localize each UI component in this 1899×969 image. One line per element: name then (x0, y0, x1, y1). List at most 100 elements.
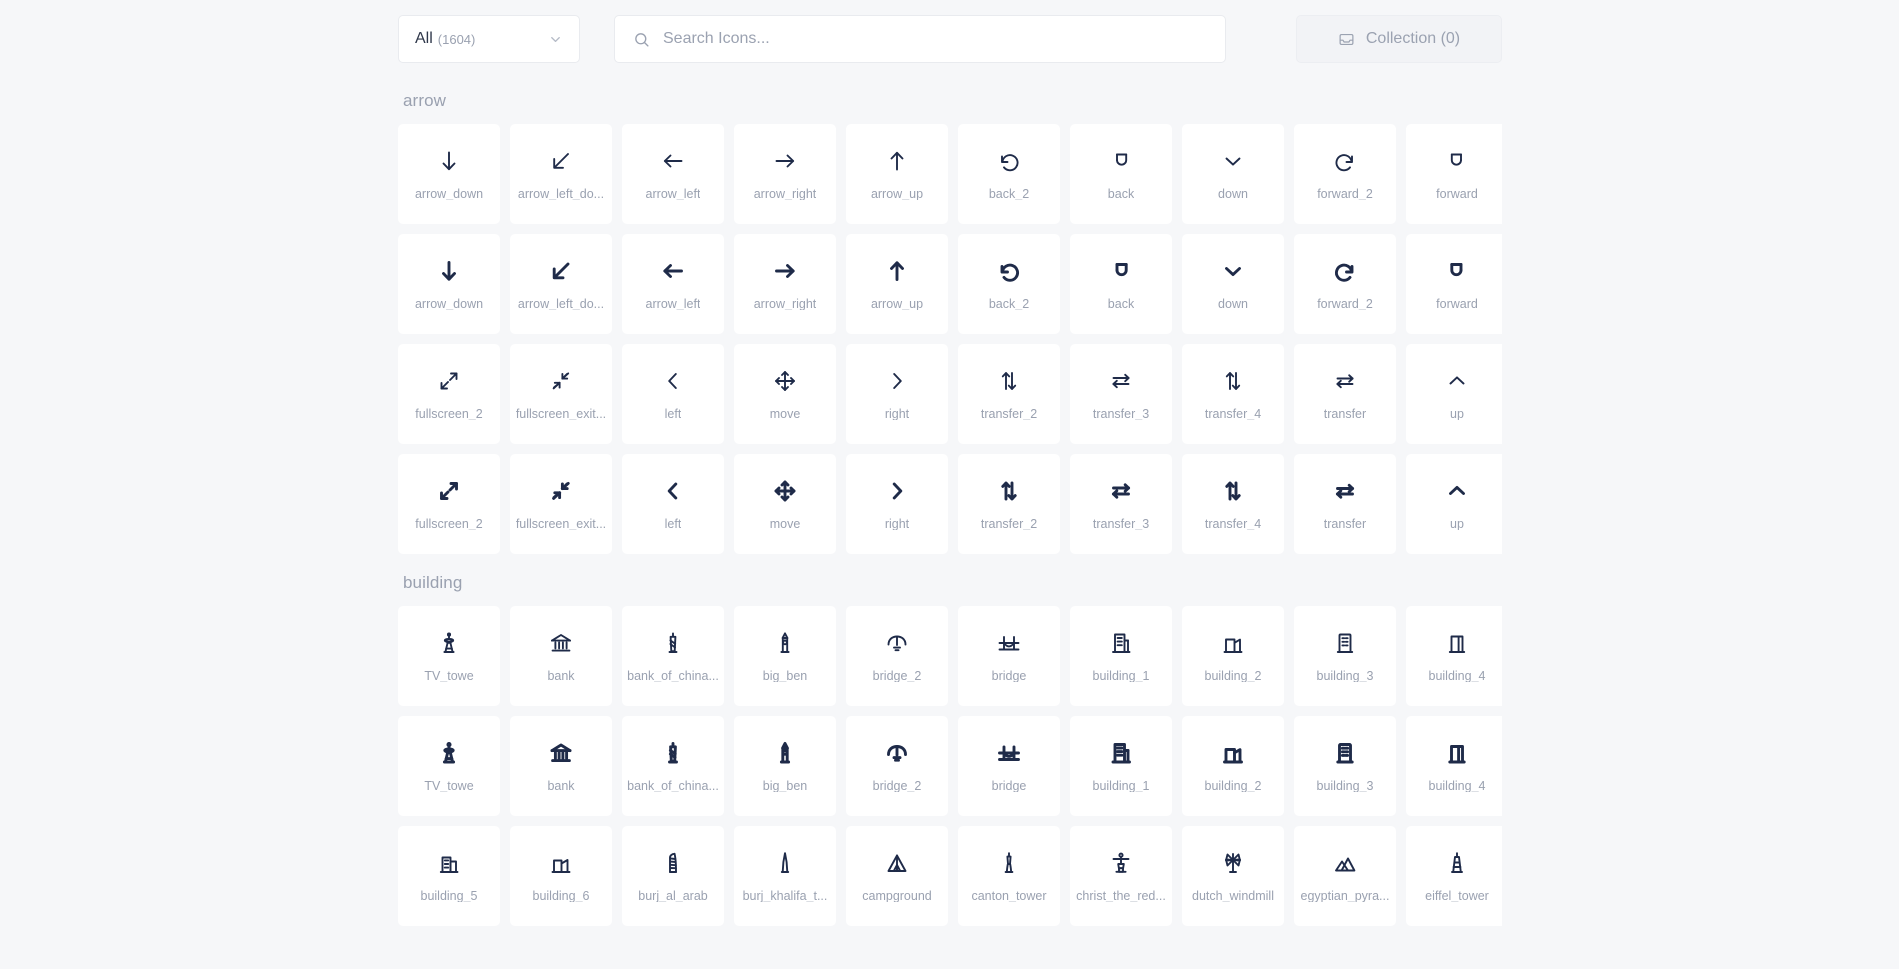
icon-card-big_ben[interactable]: big_ben (734, 716, 836, 816)
icon-label: back (1107, 297, 1135, 311)
icon-card-TV_towe[interactable]: TV_towe (398, 606, 500, 706)
icon-card-left[interactable]: left (622, 454, 724, 554)
icon-card-campground[interactable]: campground (846, 826, 948, 926)
icon-card-dutch_windmill[interactable]: dutch_windmill (1182, 826, 1284, 926)
icon-card-building_1[interactable]: building_1 (1070, 716, 1172, 816)
icon-label: transfer (1323, 407, 1367, 421)
icon-card-back_2[interactable]: back_2 (958, 124, 1060, 224)
icon-card-bank[interactable]: bank (510, 716, 612, 816)
icon-card-transfer[interactable]: transfer (1294, 344, 1396, 444)
icon-card-arrow_up[interactable]: arrow_up (846, 234, 948, 334)
icon-card-bank_of_china[interactable]: bank_of_china... (622, 716, 724, 816)
icon-card-building_2[interactable]: building_2 (1182, 606, 1284, 706)
icon-card-fullscreen_exit[interactable]: fullscreen_exit... (510, 344, 612, 444)
icon-card-bridge[interactable]: bridge (958, 606, 1060, 706)
icon-card-transfer_3[interactable]: transfer_3 (1070, 454, 1172, 554)
icon-label: dutch_windmill (1192, 889, 1274, 903)
arrow-up-icon (884, 148, 910, 174)
search-field-wrapper[interactable] (614, 15, 1226, 63)
icon-card-left[interactable]: left (622, 344, 724, 444)
arrow-down-icon (436, 258, 462, 284)
icon-card-transfer_2[interactable]: transfer_2 (958, 344, 1060, 444)
icon-card-transfer_3[interactable]: transfer_3 (1070, 344, 1172, 444)
icon-card-transfer_4[interactable]: transfer_4 (1182, 344, 1284, 444)
icon-card-bank_of_china[interactable]: bank_of_china... (622, 606, 724, 706)
icon-card-building_4[interactable]: building_4 (1406, 606, 1502, 706)
campground-icon (884, 850, 910, 876)
icon-label: bank (547, 669, 575, 683)
icon-card-forward[interactable]: forward (1406, 124, 1502, 224)
icon-card-eiffel_tower[interactable]: eiffel_tower (1406, 826, 1502, 926)
building-6-icon (548, 850, 574, 876)
icon-card-burj_al_arab[interactable]: burj_al_arab (622, 826, 724, 926)
icon-label: arrow_down (414, 187, 484, 201)
icon-card-burj_khalifa_t[interactable]: burj_khalifa_t... (734, 826, 836, 926)
icon-card-TV_towe[interactable]: TV_towe (398, 716, 500, 816)
icon-card-back_2[interactable]: back_2 (958, 234, 1060, 334)
icon-label: building_2 (1204, 779, 1262, 793)
icon-card-fullscreen_2[interactable]: fullscreen_2 (398, 344, 500, 444)
icon-label: down (1218, 187, 1248, 201)
icon-card-transfer[interactable]: transfer (1294, 454, 1396, 554)
icon-card-arrow_left_do[interactable]: arrow_left_do... (510, 234, 612, 334)
icon-card-arrow_down[interactable]: arrow_down (398, 234, 500, 334)
bridge-icon (996, 740, 1022, 766)
icon-card-bridge_2[interactable]: bridge_2 (846, 606, 948, 706)
chevron-left-icon (660, 478, 686, 504)
icon-card-transfer_2[interactable]: transfer_2 (958, 454, 1060, 554)
big-ben-icon (772, 740, 798, 766)
icon-card-forward_2[interactable]: forward_2 (1294, 124, 1396, 224)
icon-card-down[interactable]: down (1182, 234, 1284, 334)
icon-card-arrow_left[interactable]: arrow_left (622, 234, 724, 334)
section-title: arrow (403, 91, 447, 110)
icon-card-move[interactable]: move (734, 454, 836, 554)
icon-card-bank[interactable]: bank (510, 606, 612, 706)
icon-label: bridge_2 (872, 779, 922, 793)
icon-card-arrow_right[interactable]: arrow_right (734, 234, 836, 334)
building-2-icon (1220, 630, 1246, 656)
icon-card-building_1[interactable]: building_1 (1070, 606, 1172, 706)
icon-label: campground (862, 889, 932, 903)
icon-label: bridge (991, 669, 1027, 683)
transfer-3-icon (1108, 368, 1134, 394)
icon-label: arrow_left_do... (517, 187, 605, 201)
collection-button[interactable]: Collection (0) (1296, 15, 1502, 63)
icon-card-building_2[interactable]: building_2 (1182, 716, 1284, 816)
icon-card-arrow_right[interactable]: arrow_right (734, 124, 836, 224)
big-ben-icon (772, 630, 798, 656)
icon-card-arrow_up[interactable]: arrow_up (846, 124, 948, 224)
chevron-up-icon (1444, 368, 1470, 394)
icon-card-christ_the_red[interactable]: christ_the_red... (1070, 826, 1172, 926)
icon-card-right[interactable]: right (846, 344, 948, 444)
category-filter-select[interactable]: All (1604) (398, 15, 580, 63)
icon-card-bridge[interactable]: bridge (958, 716, 1060, 816)
icon-card-back[interactable]: back (1070, 124, 1172, 224)
icon-card-arrow_left_do[interactable]: arrow_left_do... (510, 124, 612, 224)
icon-card-move[interactable]: move (734, 344, 836, 444)
icon-label: fullscreen_exit... (515, 407, 607, 421)
icon-card-right[interactable]: right (846, 454, 948, 554)
icon-card-arrow_down[interactable]: arrow_down (398, 124, 500, 224)
icon-card-fullscreen_2[interactable]: fullscreen_2 (398, 454, 500, 554)
icon-label: transfer_3 (1092, 407, 1150, 421)
icon-card-canton_tower[interactable]: canton_tower (958, 826, 1060, 926)
icon-card-forward[interactable]: forward (1406, 234, 1502, 334)
icon-card-fullscreen_exit[interactable]: fullscreen_exit... (510, 454, 612, 554)
icon-card-building_6[interactable]: building_6 (510, 826, 612, 926)
icon-card-egyptian_pyra[interactable]: egyptian_pyra... (1294, 826, 1396, 926)
icon-label: big_ben (762, 779, 808, 793)
icon-card-building_3[interactable]: building_3 (1294, 716, 1396, 816)
icon-card-forward_2[interactable]: forward_2 (1294, 234, 1396, 334)
icon-card-building_3[interactable]: building_3 (1294, 606, 1396, 706)
icon-card-building_5[interactable]: building_5 (398, 826, 500, 926)
icon-card-bridge_2[interactable]: bridge_2 (846, 716, 948, 816)
icon-card-transfer_4[interactable]: transfer_4 (1182, 454, 1284, 554)
icon-card-down[interactable]: down (1182, 124, 1284, 224)
icon-card-building_4[interactable]: building_4 (1406, 716, 1502, 816)
search-input[interactable] (663, 16, 1207, 62)
icon-card-big_ben[interactable]: big_ben (734, 606, 836, 706)
icon-card-arrow_left[interactable]: arrow_left (622, 124, 724, 224)
icon-card-back[interactable]: back (1070, 234, 1172, 334)
icon-card-up[interactable]: up (1406, 454, 1502, 554)
icon-card-up[interactable]: up (1406, 344, 1502, 444)
